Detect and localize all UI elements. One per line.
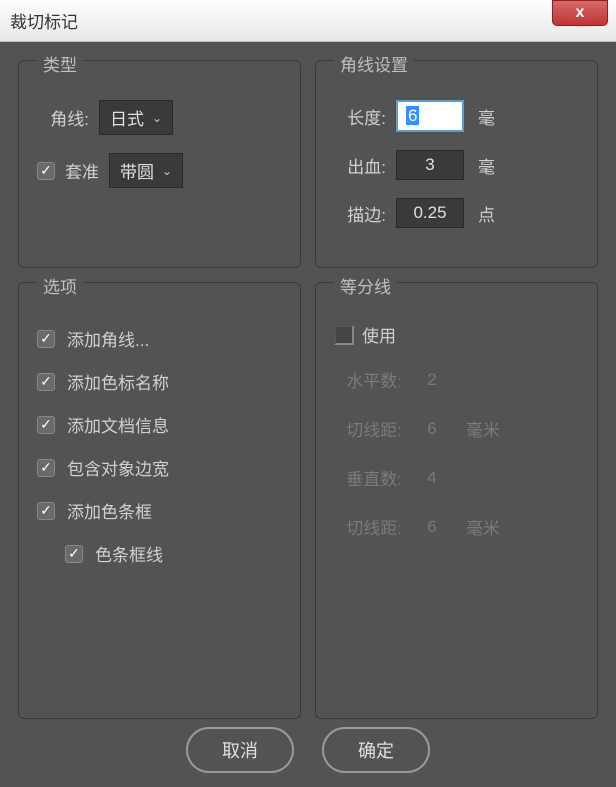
use-label: 使用 [362,322,396,347]
h-dist-value: 6 [412,419,452,439]
option-label: 包含对象边宽 [67,455,169,480]
divider-fields: 水平数: 2 切线距: 6 毫米 垂直数: 4 [334,367,583,539]
length-label: 长度: [334,104,386,129]
panel-type: 类型 角线: 日式 ⌄ ✓ 套准 带圆 ⌄ [18,60,301,268]
titlebar: 裁切标记 x [0,0,616,42]
panel-dividers: 等分线 使用 水平数: 2 切线距: 6 毫米 [315,282,598,719]
length-unit: 毫 [478,104,495,129]
register-checkbox[interactable]: ✓ [37,162,55,180]
corner-line-label: 角线: [37,105,89,130]
panel-options: 选项 ✓ 添加角线... ✓ 添加色标名称 ✓ 添加文档信息 [18,282,301,719]
ok-button[interactable]: 确定 [322,727,430,773]
option-row: ✓ 添加色标名称 [37,369,286,394]
cancel-button[interactable]: 取消 [186,727,294,773]
option-checkbox[interactable]: ✓ [65,545,83,563]
dialog-window: 裁切标记 x 类型 角线: 日式 ⌄ [0,0,616,787]
option-label: 添加角线... [67,326,149,351]
corner-line-dropdown[interactable]: 日式 ⌄ [99,100,173,135]
corner-line-value: 日式 [110,105,144,130]
chevron-down-icon: ⌄ [152,111,162,125]
h-dist-unit: 毫米 [466,416,500,441]
close-icon: x [576,4,585,22]
chevron-down-icon: ⌄ [162,164,172,178]
panel-dividers-legend: 等分线 [334,273,397,298]
v-dist-unit: 毫米 [466,514,500,539]
dialog-buttons: 取消 确定 [0,727,616,773]
stroke-unit: 点 [478,201,495,226]
register-value: 带圆 [120,158,154,183]
v-dist-value: 6 [412,517,452,537]
panel-corner-legend: 角线设置 [334,51,414,76]
option-row: ✓ 包含对象边宽 [37,455,286,480]
v-count-value: 4 [412,468,452,488]
panel-type-legend: 类型 [37,51,83,76]
length-input[interactable]: 6 [396,100,464,132]
use-checkbox[interactable] [334,325,354,345]
v-count-label: 垂直数: [334,465,402,490]
option-label: 添加色条框 [67,498,152,523]
register-dropdown[interactable]: 带圆 ⌄ [109,153,183,188]
v-dist-label: 切线距: [334,514,402,539]
option-label: 色条框线 [95,541,163,566]
h-count-value: 2 [412,370,452,390]
option-row: ✓ 添加色条框 [37,498,286,523]
bleed-unit: 毫 [478,153,495,178]
option-checkbox[interactable]: ✓ [37,459,55,477]
option-checkbox[interactable]: ✓ [37,502,55,520]
panel-corner-settings: 角线设置 长度: 6 毫 出血: 毫 描边: [315,60,598,268]
option-checkbox[interactable]: ✓ [37,416,55,434]
stroke-input[interactable] [396,198,464,228]
option-row: ✓ 添加角线... [37,326,286,351]
option-row: ✓ 添加文档信息 [37,412,286,437]
option-label: 添加文档信息 [67,412,169,437]
option-label: 添加色标名称 [67,369,169,394]
close-button[interactable]: x [552,0,608,26]
h-dist-label: 切线距: [334,416,402,441]
window-title: 裁切标记 [10,8,78,33]
dialog-content: 类型 角线: 日式 ⌄ ✓ 套准 带圆 ⌄ [0,42,616,787]
options-list: ✓ 添加角线... ✓ 添加色标名称 ✓ 添加文档信息 ✓ [37,322,286,566]
panel-options-legend: 选项 [37,273,83,298]
h-count-label: 水平数: [334,367,402,392]
option-checkbox[interactable]: ✓ [37,330,55,348]
stroke-label: 描边: [334,201,386,226]
bleed-label: 出血: [334,153,386,178]
bleed-input[interactable] [396,150,464,180]
register-label: 套准 [65,158,99,183]
option-checkbox[interactable]: ✓ [37,373,55,391]
option-row: ✓ 色条框线 [65,541,286,566]
